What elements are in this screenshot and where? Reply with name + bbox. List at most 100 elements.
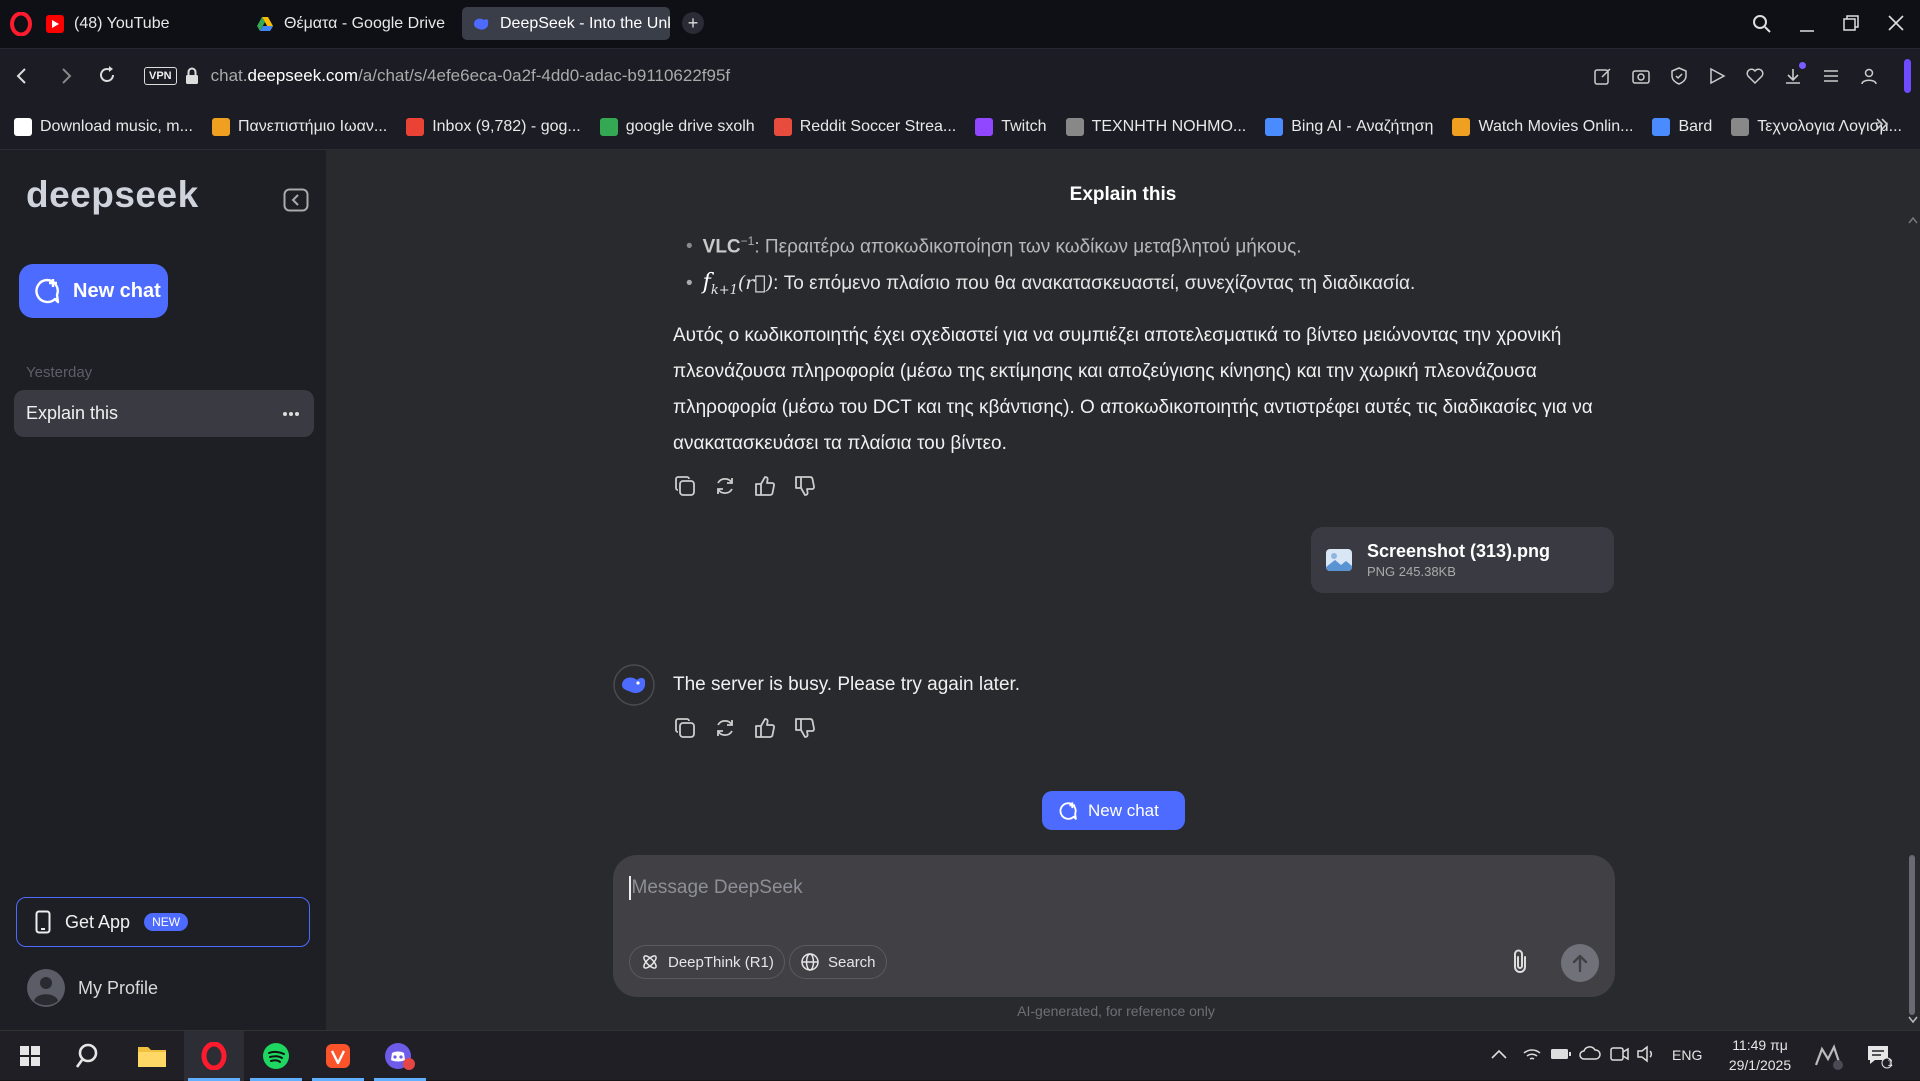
- bookmark-item[interactable]: Bing AI - Αναζήτηση: [1265, 117, 1433, 136]
- bookmark-item[interactable]: Twitch: [975, 117, 1047, 136]
- scrollbar-thumb[interactable]: [1909, 855, 1915, 1015]
- assistant-paragraph: Αυτός ο κωδικοποιητής έχει σχεδιαστεί γι…: [673, 325, 1593, 454]
- thumbs-up-icon[interactable]: [754, 475, 776, 497]
- lock-icon[interactable]: [185, 67, 199, 85]
- meet-icon[interactable]: [1609, 1045, 1629, 1063]
- minimize-icon[interactable]: [1798, 14, 1816, 34]
- bullet-sub: k+1: [710, 283, 738, 299]
- new-chat-icon: [1058, 801, 1078, 821]
- opera-menu-icon[interactable]: [10, 12, 32, 36]
- send-button[interactable]: [1561, 944, 1599, 982]
- tab-search-icon[interactable]: [1752, 14, 1772, 34]
- tab-deepseek[interactable]: DeepSeek - Into the Unkn: [462, 7, 670, 40]
- close-window-icon[interactable]: [1887, 14, 1905, 32]
- bookmark-label: Reddit Soccer Strea...: [799, 117, 957, 135]
- assistant-avatar: [613, 664, 655, 706]
- edit-page-icon[interactable]: [1593, 66, 1613, 86]
- software-icon: [1731, 117, 1750, 136]
- search-toggle[interactable]: Search: [789, 945, 887, 979]
- brave-icon[interactable]: [308, 1031, 368, 1081]
- restore-icon[interactable]: [1842, 14, 1860, 32]
- start-button[interactable]: [0, 1031, 60, 1081]
- bookmark-label: Πανεπιστήμιο Ιωαν...: [237, 117, 388, 135]
- bard-icon: [1652, 117, 1671, 136]
- volume-icon[interactable]: [1636, 1045, 1656, 1063]
- reload-icon[interactable]: [97, 65, 117, 85]
- bing-icon: [1265, 117, 1284, 136]
- bullet-term: VLC: [702, 236, 741, 258]
- get-app-button[interactable]: Get App NEW: [16, 897, 310, 947]
- tab-youtube[interactable]: (48) YouTube: [36, 7, 241, 40]
- deepthink-toggle[interactable]: DeepThink (R1): [629, 945, 785, 979]
- my-profile-button[interactable]: My Profile: [26, 968, 158, 1008]
- bookmark-item[interactable]: Reddit Soccer Strea...: [773, 117, 957, 136]
- easy-setup-icon[interactable]: [1821, 66, 1841, 86]
- network-icon[interactable]: [1522, 1045, 1542, 1063]
- account-icon[interactable]: [1859, 66, 1879, 86]
- attachment-card[interactable]: Screenshot (313).png PNG 245.38KB: [1311, 527, 1614, 593]
- vpn-badge[interactable]: VPN: [144, 67, 177, 85]
- clock[interactable]: 11:49 πμ 29/1/2025: [1700, 1035, 1820, 1075]
- sidebar-indicator[interactable]: [1904, 59, 1911, 93]
- back-icon[interactable]: [14, 67, 30, 85]
- bookmark-item[interactable]: Download music, m...: [14, 117, 193, 136]
- bookmark-item[interactable]: ΤΕΧΝΗΤΗ ΝΟΗΜΟ...: [1065, 117, 1246, 136]
- widget-icon[interactable]: [1814, 1043, 1846, 1071]
- discord-icon[interactable]: [370, 1031, 430, 1081]
- language-indicator[interactable]: ENG: [1672, 1047, 1702, 1063]
- tab-google-drive[interactable]: Θέματα - Google Drive: [246, 7, 456, 40]
- regenerate-icon[interactable]: [714, 717, 736, 739]
- bookmark-item[interactable]: Bard: [1652, 117, 1712, 136]
- file-explorer-icon[interactable]: [122, 1031, 182, 1081]
- attach-file-icon[interactable]: [1509, 948, 1531, 976]
- opera-taskbar-icon[interactable]: [184, 1031, 244, 1081]
- chat-history-item[interactable]: Explain this: [14, 390, 314, 437]
- new-badge: NEW: [144, 913, 189, 931]
- scroll-down-icon[interactable]: [1908, 1016, 1918, 1024]
- notification-count: 1: [1887, 1058, 1893, 1069]
- google-drive-icon: [599, 117, 618, 136]
- battery-icon[interactable]: [1550, 1047, 1572, 1061]
- attachment-name: Screenshot (313).png: [1367, 541, 1551, 561]
- shield-icon[interactable]: [1669, 66, 1689, 86]
- bookmarks-overflow-icon[interactable]: [1874, 116, 1890, 132]
- address-bar-row: VPN chat.deepseek.com/a/chat/s/4efe6eca-…: [0, 48, 1920, 104]
- bookmark-item[interactable]: Πανεπιστήμιο Ιωαν...: [211, 117, 388, 136]
- regenerate-icon[interactable]: [714, 475, 736, 497]
- bookmark-label: google drive sxolh: [625, 117, 755, 135]
- heart-icon[interactable]: [1745, 66, 1765, 86]
- globe-icon: [800, 952, 820, 972]
- bookmark-item[interactable]: google drive sxolh: [599, 117, 755, 136]
- message-actions: [674, 475, 816, 497]
- copy-icon[interactable]: [674, 717, 696, 739]
- download-icon[interactable]: [1783, 62, 1806, 86]
- clock-time: 11:49 πμ: [1732, 1037, 1788, 1053]
- twitch-icon: [975, 117, 994, 136]
- sidebar: deepseek New chat Yesterday Explain this…: [0, 150, 326, 1030]
- floating-new-chat-button[interactable]: New chat: [1042, 791, 1185, 830]
- scroll-up-icon[interactable]: [1908, 216, 1918, 224]
- thumbs-down-icon[interactable]: [794, 475, 816, 497]
- show-hidden-icons[interactable]: [1490, 1048, 1508, 1060]
- spotify-icon[interactable]: [246, 1031, 306, 1081]
- message-input[interactable]: Message DeepSeek: [629, 875, 803, 901]
- new-tab-plus-icon[interactable]: +: [682, 12, 704, 34]
- taskbar-search-icon[interactable]: [60, 1031, 120, 1081]
- camera-icon[interactable]: [1631, 66, 1651, 86]
- bookmark-item[interactable]: Watch Movies Onlin...: [1452, 117, 1633, 136]
- forward-icon[interactable]: [58, 67, 74, 85]
- url-field[interactable]: VPN chat.deepseek.com/a/chat/s/4efe6eca-…: [130, 55, 1570, 97]
- send-flow-icon[interactable]: [1707, 66, 1727, 86]
- more-options-icon[interactable]: [282, 411, 300, 417]
- thumbs-up-icon[interactable]: [754, 717, 776, 739]
- get-app-label: Get App: [65, 911, 131, 932]
- bookmark-item[interactable]: Inbox (9,782) - gog...: [406, 117, 581, 136]
- copy-icon[interactable]: [674, 475, 696, 497]
- thumbs-down-icon[interactable]: [794, 717, 816, 739]
- bookmarks-bar: Download music, m... Πανεπιστήμιο Ιωαν...…: [0, 104, 1920, 150]
- image-file-icon: [1325, 546, 1353, 574]
- url-prefix: chat.: [210, 66, 248, 85]
- onedrive-icon[interactable]: [1579, 1045, 1601, 1061]
- new-chat-button[interactable]: New chat: [19, 264, 168, 318]
- collapse-sidebar-icon[interactable]: [283, 188, 309, 212]
